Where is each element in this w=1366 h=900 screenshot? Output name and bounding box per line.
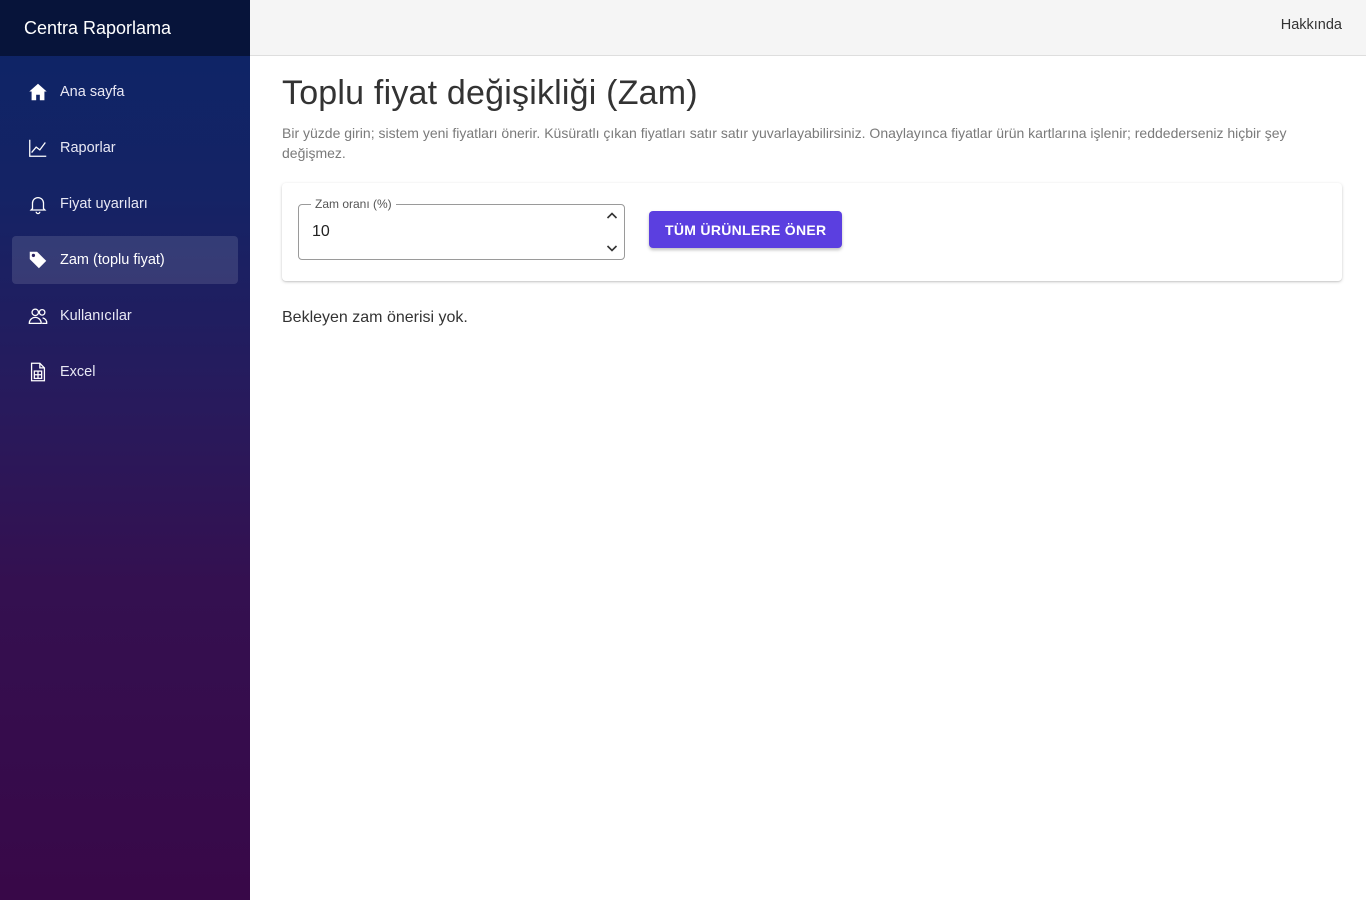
sidebar-item-label: Zam (toplu fiyat) [60, 252, 165, 268]
rate-input[interactable] [312, 223, 582, 241]
sidebar-item-reports[interactable]: Raporlar [12, 124, 238, 172]
top-bar: Hakkında [250, 0, 1366, 56]
sidebar-item-users[interactable]: Kullanıcılar [12, 292, 238, 340]
users-icon [26, 304, 50, 328]
sidebar-nav: Ana sayfa Raporlar Fiyat uyarıları Zam (… [0, 56, 250, 396]
sidebar-item-price-alerts[interactable]: Fiyat uyarıları [12, 180, 238, 228]
sidebar-item-label: Raporlar [60, 140, 116, 156]
chevron-down-icon[interactable] [605, 241, 619, 255]
sidebar-item-label: Ana sayfa [60, 84, 125, 100]
sidebar-item-bulk-price[interactable]: Zam (toplu fiyat) [12, 236, 238, 284]
chevron-up-icon[interactable] [605, 209, 619, 223]
app-root: Centra Raporlama Ana sayfa Raporlar Fiya… [0, 0, 1366, 900]
sidebar-item-excel[interactable]: Excel [12, 348, 238, 396]
rate-stepper[interactable] [604, 209, 620, 255]
tag-icon [26, 248, 50, 272]
page-title: Toplu fiyat değişikliği (Zam) [282, 74, 698, 112]
sidebar-item-label: Excel [60, 364, 96, 380]
sidebar-item-home[interactable]: Ana sayfa [12, 68, 238, 116]
sidebar-item-label: Kullanıcılar [60, 308, 132, 324]
empty-state-message: Bekleyen zam önerisi yok. [282, 309, 468, 326]
rate-field[interactable]: Zam oranı (%) [298, 197, 625, 260]
sidebar-item-label: Fiyat uyarıları [60, 196, 148, 212]
brand-title[interactable]: Centra Raporlama [0, 0, 250, 56]
home-icon [26, 80, 50, 104]
page-description: Bir yüzde girin; sistem yeni fiyatları ö… [282, 125, 1287, 161]
rate-field-label: Zam oranı (%) [311, 197, 396, 211]
chart-line-icon [26, 136, 50, 160]
spreadsheet-icon [26, 360, 50, 384]
bell-icon [26, 192, 50, 216]
propose-all-button[interactable]: TÜM ÜRÜNLERE ÖNER [649, 211, 843, 248]
sidebar: Centra Raporlama Ana sayfa Raporlar Fiya… [0, 0, 250, 900]
about-link[interactable]: Hakkında [1281, 17, 1342, 33]
main-content: Toplu fiyat değişikliği (Zam) Bir yüzde … [282, 56, 1342, 327]
rate-form-card: Zam oranı (%) TÜM ÜRÜNLERE ÖNER [282, 183, 1342, 281]
